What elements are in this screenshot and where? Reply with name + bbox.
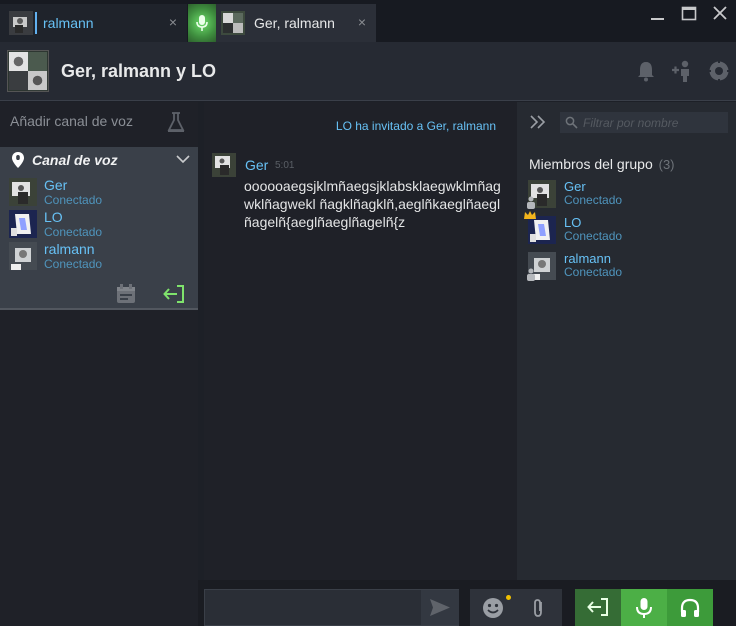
leave-voice-button[interactable] [575,589,621,626]
message-author[interactable]: Ger [245,157,268,173]
avatar[interactable] [212,153,236,177]
member-name: ralmann [564,251,611,266]
voice-member[interactable]: ralmann Conectado [9,241,189,274]
member-filter[interactable] [560,112,728,133]
close-window-icon[interactable] [709,4,731,24]
leave-voice-icon[interactable] [163,284,185,304]
double-chevron-right-icon[interactable] [529,114,547,130]
member-status: Conectado [44,193,103,207]
message-text: oooooaegsjklmñaegsjklabsklaegwklmñagwklñ… [244,178,501,230]
voice-channel-name: Canal de voz [32,152,118,168]
voice-channel-header[interactable]: Canal de voz [0,147,198,173]
member-status: Conectado [564,229,623,243]
voice-member[interactable]: LO Conectado [9,209,189,242]
maximize-icon[interactable] [678,4,700,24]
emoji-attach-group [470,589,562,626]
tab-title: ralmann [43,15,94,31]
notification-dot [506,595,511,600]
member-name: LO [564,215,582,230]
group-avatar-icon [221,11,245,35]
headphones-icon [680,598,700,617]
avatar [528,216,556,244]
tab-ralmann[interactable]: ralmann × [0,4,187,42]
emoticon-icon[interactable] [482,597,504,619]
group-avatar[interactable] [7,50,49,92]
page-title: Ger, ralmann y LO [61,61,217,81]
microphone-icon [636,598,652,618]
voice-member[interactable]: Ger Conectado [9,177,189,210]
members-heading-label: Miembros del grupo [529,156,653,172]
tab-title: Ger, ralmann [254,15,335,31]
member-name: Ger [564,179,586,194]
chat-header: Ger, ralmann y LO [0,42,736,101]
user-avatar [9,11,33,35]
member-status: Conectado [564,265,623,279]
flask-icon [167,112,185,132]
paperclip-icon[interactable] [528,597,548,619]
composer-bar [198,580,736,626]
gear-icon[interactable] [707,59,731,83]
chat-log: LO ha invitado a Ger, ralmann Ger 5:01 o… [204,102,517,580]
member-status: Conectado [564,193,623,207]
send-icon [430,599,450,616]
member-status: Conectado [44,257,103,271]
message-input[interactable] [213,599,408,615]
voice-channel-panel: Canal de voz Ger Conectado LO Conectado … [0,147,198,310]
avatar [9,210,37,238]
chevron-down-icon[interactable] [175,152,191,166]
bell-icon[interactable] [634,59,658,83]
close-tab-button[interactable]: × [355,15,369,29]
members-panel: Miembros del grupo (3) Ger Conectado LO … [517,102,736,580]
in-voice-icon [527,196,535,209]
member-filter-input[interactable] [583,115,728,130]
member-item[interactable]: LO Conectado [524,211,728,248]
microphone-icon [196,15,208,31]
mute-microphone-button[interactable] [621,589,667,626]
leave-voice-icon [587,598,608,616]
voice-sidebar: Añadir canal de voz Canal de voz Ger Con… [0,102,198,626]
avatar [9,178,37,206]
in-voice-icon [527,268,535,281]
member-item[interactable]: ralmann Conectado [527,251,728,284]
crown-icon [524,211,536,219]
members-count: (3) [658,157,675,172]
voice-active-indicator [188,4,216,42]
member-status: Conectado [44,225,103,239]
message-timestamp: 5:01 [275,160,295,171]
calendar-icon[interactable] [115,283,137,305]
member-name: Ger [44,177,68,193]
add-voice-channel-button[interactable]: Añadir canal de voz [0,102,198,142]
map-pin-icon [12,152,24,168]
minimize-icon[interactable] [647,4,669,24]
add-friend-icon[interactable] [670,59,694,83]
tab-divider [35,12,37,34]
members-heading: Miembros del grupo (3) [529,156,675,172]
tab-group-chat[interactable]: Ger, ralmann × [188,4,376,42]
tab-strip: ralmann × Ger, ralmann × [0,0,736,42]
deafen-button[interactable] [667,589,713,626]
avatar [9,242,37,270]
message-composer [204,589,459,626]
member-name: LO [44,209,63,225]
member-item[interactable]: Ger Conectado [527,179,728,212]
system-message: LO ha invitado a Ger, ralmann [335,119,496,133]
add-voice-channel-label: Añadir canal de voz [10,113,133,129]
member-name: ralmann [44,241,95,257]
voice-controls [575,589,713,626]
close-tab-button[interactable]: × [166,15,180,29]
send-button[interactable] [421,590,459,625]
search-icon [565,116,578,129]
